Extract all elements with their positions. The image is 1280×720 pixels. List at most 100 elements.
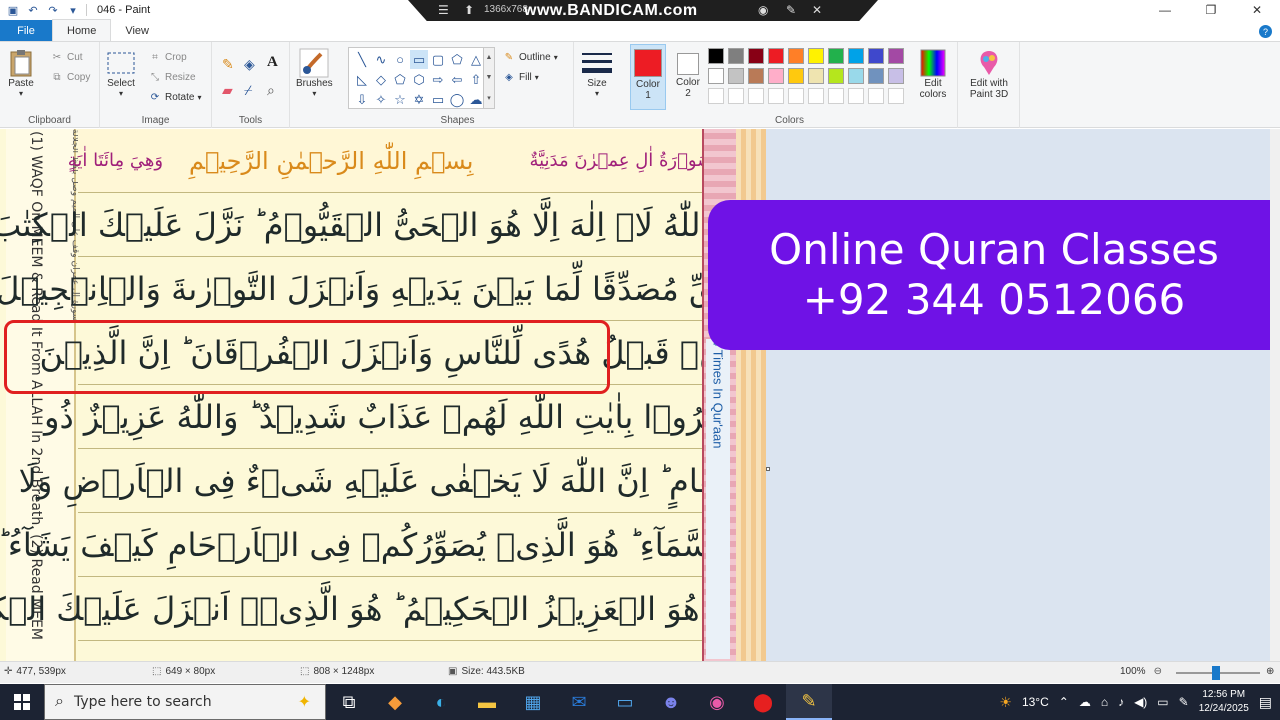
network-icon[interactable]: ⌂ — [1101, 695, 1108, 709]
chevron-up-icon[interactable]: ⌃ — [1059, 695, 1069, 709]
help-icon[interactable]: ? — [1259, 25, 1272, 38]
custom-color-slot[interactable] — [888, 88, 904, 104]
palette-swatch[interactable] — [848, 48, 864, 64]
polygon-shape-icon[interactable]: ⬠ — [448, 50, 466, 69]
menu-icon[interactable]: ☰ — [438, 3, 449, 17]
text-tool-icon[interactable]: A — [267, 54, 278, 71]
fill-bucket-icon[interactable]: ◈ — [244, 56, 255, 73]
right-triangle-shape-icon[interactable]: ◺ — [353, 70, 371, 89]
pencil-icon[interactable]: ✎ — [786, 3, 796, 17]
callout-rect-icon[interactable]: ▭ — [429, 90, 447, 109]
redo-icon[interactable]: ↷ — [46, 3, 60, 17]
canvas-resize-handle[interactable] — [766, 467, 770, 471]
paste-button[interactable]: Paste ▾ — [6, 48, 36, 98]
palette-swatch[interactable] — [888, 68, 904, 84]
palette-swatch[interactable] — [708, 68, 724, 84]
rotate-button[interactable]: ⟳ Rotate ▾ — [148, 90, 202, 104]
expand-icon[interactable]: ▾ — [487, 94, 491, 102]
edit-paint3d-button[interactable]: Edit with Paint 3D — [964, 48, 1014, 100]
cloud-icon[interactable]: ☁ — [1079, 695, 1091, 709]
notification-icon[interactable]: ▤ — [1259, 694, 1272, 711]
oval-shape-icon[interactable]: ○ — [391, 50, 409, 69]
brushes-button[interactable]: Brushes ▾ — [296, 48, 333, 98]
palette-swatch[interactable] — [808, 48, 824, 64]
palette-swatch[interactable] — [768, 48, 784, 64]
fill-button[interactable]: ◈ Fill ▾ — [502, 70, 539, 84]
battery-icon[interactable]: ▭ — [1157, 695, 1168, 709]
palette-swatch[interactable] — [868, 48, 884, 64]
save-icon[interactable]: ▣ — [6, 3, 20, 17]
size-button[interactable]: Size ▾ — [582, 48, 612, 98]
right-arrow-shape-icon[interactable]: ⇨ — [429, 70, 447, 89]
line-shape-icon[interactable]: ╲ — [353, 50, 371, 69]
callout-cloud-icon[interactable]: ☁ — [467, 90, 485, 109]
volume-icon[interactable]: ◀) — [1134, 695, 1147, 709]
palette-swatch[interactable] — [728, 68, 744, 84]
copy-button[interactable]: ⧉ Copy — [50, 70, 90, 84]
six-point-star-icon[interactable]: ✡ — [410, 90, 428, 109]
weather-icon[interactable]: ☀ — [999, 694, 1012, 711]
triangle-shape-icon[interactable]: △ — [467, 50, 485, 69]
eraser-icon[interactable]: ▰ — [222, 82, 233, 99]
canvas-image[interactable]: (1) WAQF On MEEM & Read It From ALLAH In… — [0, 129, 766, 661]
edge-icon[interactable]: ◐ — [418, 684, 464, 720]
tab-view[interactable]: View — [111, 20, 163, 41]
temperature[interactable]: 13°C — [1022, 695, 1049, 709]
microphone-icon[interactable]: ♪ — [1118, 695, 1124, 709]
curve-shape-icon[interactable]: ∿ — [372, 50, 390, 69]
paint3d-taskbar-icon[interactable]: ◉ — [694, 684, 740, 720]
outlook-icon[interactable]: ✉ — [556, 684, 602, 720]
scroll-down-icon[interactable]: ▼ — [486, 74, 493, 81]
custom-color-slot[interactable] — [748, 88, 764, 104]
maximize-button[interactable]: ❐ — [1188, 0, 1234, 20]
taskbar-search-box[interactable]: ⌕ Type here to search ✦ — [44, 684, 326, 720]
shapes-scrollbar[interactable]: ▲ ▼ ▾ — [484, 47, 495, 109]
custom-color-slot[interactable] — [848, 88, 864, 104]
palette-swatch[interactable] — [768, 68, 784, 84]
callout-oval-icon[interactable]: ◯ — [448, 90, 466, 109]
task-view-icon[interactable]: ⧉ — [326, 684, 372, 720]
color2-button[interactable]: Color 2 — [670, 44, 706, 110]
palette-swatch[interactable] — [788, 48, 804, 64]
custom-color-slot[interactable] — [768, 88, 784, 104]
vertical-scrollbar[interactable] — [1270, 129, 1280, 661]
store-icon[interactable]: ▦ — [510, 684, 556, 720]
pen-icon[interactable]: ✎ — [1179, 695, 1189, 709]
palette-swatch[interactable] — [748, 68, 764, 84]
laptop-icon[interactable]: ▭ — [602, 684, 648, 720]
minimize-button[interactable]: — — [1142, 0, 1188, 20]
start-button[interactable] — [0, 684, 44, 720]
zoom-slider-thumb[interactable] — [1212, 666, 1220, 680]
palette-swatch[interactable] — [728, 48, 744, 64]
bandicam-record-icon[interactable]: ⬤ — [740, 684, 786, 720]
palette-swatch[interactable] — [868, 68, 884, 84]
cut-button[interactable]: ✂ Cut — [50, 50, 83, 64]
canvas-workspace[interactable]: (1) WAQF On MEEM & Read It From ALLAH In… — [0, 129, 1270, 661]
outline-button[interactable]: ✎ Outline ▾ — [502, 50, 558, 64]
copilot-icon[interactable]: ◆ — [372, 684, 418, 720]
pencil-icon[interactable]: ✎ — [222, 56, 234, 73]
edit-colors-button[interactable]: Edit colors — [916, 48, 950, 100]
pin-icon[interactable]: ⬆ — [464, 3, 474, 17]
pentagon-shape-icon[interactable]: ⬠ — [391, 70, 409, 89]
palette-swatch[interactable] — [828, 68, 844, 84]
hexagon-shape-icon[interactable]: ⬡ — [410, 70, 428, 89]
custom-color-slot[interactable] — [708, 88, 724, 104]
custom-color-slot[interactable] — [828, 88, 844, 104]
palette-swatch[interactable] — [888, 48, 904, 64]
diamond-shape-icon[interactable]: ◇ — [372, 70, 390, 89]
five-point-star-icon[interactable]: ☆ — [391, 90, 409, 109]
zoom-in-icon[interactable]: ⊕ — [1266, 666, 1274, 677]
tab-home[interactable]: Home — [52, 19, 112, 41]
palette-swatch[interactable] — [848, 68, 864, 84]
clock[interactable]: 12:56 PM 12/24/2025 — [1199, 688, 1249, 716]
camera-icon[interactable]: ◉ — [758, 3, 768, 17]
paint-taskbar-icon[interactable]: ✎ — [786, 684, 832, 720]
custom-color-slot[interactable] — [808, 88, 824, 104]
palette-swatch[interactable] — [788, 68, 804, 84]
custom-color-slot[interactable] — [728, 88, 744, 104]
left-arrow-shape-icon[interactable]: ⇦ — [448, 70, 466, 89]
zoom-out-icon[interactable]: ⊖ — [1154, 666, 1162, 677]
custom-color-slot[interactable] — [788, 88, 804, 104]
up-arrow-shape-icon[interactable]: ⇧ — [467, 70, 485, 89]
